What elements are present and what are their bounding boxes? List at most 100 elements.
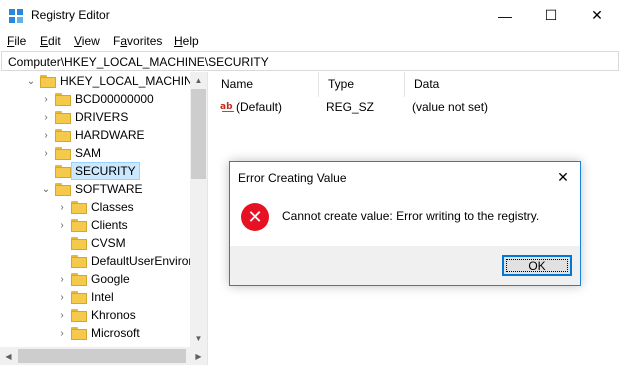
- scroll-thumb[interactable]: [18, 349, 186, 363]
- chevron-right-icon[interactable]: ›: [41, 90, 51, 108]
- menu-favorites[interactable]: Favorites: [113, 34, 162, 48]
- tree-item-label: Clients: [91, 218, 128, 232]
- tree-horizontal-scrollbar[interactable]: ◀ ▶: [0, 347, 207, 365]
- dialog-title-bar[interactable]: Error Creating Value ✕: [230, 162, 580, 192]
- tree-item-label: SAM: [75, 146, 102, 160]
- menu-file[interactable]: File: [7, 34, 26, 48]
- folder-icon: [71, 309, 87, 322]
- chevron-right-icon[interactable]: ›: [57, 198, 67, 216]
- registry-editor-icon: [9, 9, 23, 23]
- tree-item-cvsm[interactable]: CVSM: [0, 234, 190, 252]
- tree-item-bcd[interactable]: › BCD00000000: [0, 90, 190, 108]
- ok-button[interactable]: OK: [502, 255, 572, 276]
- chevron-right-icon[interactable]: ›: [57, 216, 67, 234]
- tree-item-label: Google: [91, 272, 130, 286]
- column-header-type[interactable]: Type: [319, 72, 405, 97]
- close-button[interactable]: ✕: [574, 0, 620, 31]
- address-path[interactable]: Computer\HKEY_LOCAL_MACHINE\SECURITY: [8, 55, 269, 69]
- tree-item-defaultuserenviron[interactable]: DefaultUserEnviror: [0, 252, 193, 270]
- tree-item-classes[interactable]: › Classes: [0, 198, 190, 216]
- tree-item-drivers[interactable]: › DRIVERS: [0, 108, 190, 126]
- column-header-name[interactable]: Name: [212, 72, 319, 97]
- chevron-down-icon[interactable]: ⌄: [26, 72, 36, 90]
- chevron-right-icon[interactable]: ›: [57, 288, 67, 306]
- value-data: (value not set): [412, 100, 489, 114]
- address-bar[interactable]: Computer\HKEY_LOCAL_MACHINE\SECURITY: [1, 51, 619, 71]
- scroll-down-icon[interactable]: ▼: [190, 330, 207, 347]
- scroll-right-icon[interactable]: ▶: [190, 347, 207, 365]
- folder-icon: [55, 129, 71, 142]
- menu-help[interactable]: Help: [174, 34, 199, 48]
- column-header-data[interactable]: Data: [405, 72, 620, 97]
- dialog-close-button[interactable]: ✕: [546, 162, 580, 192]
- folder-icon: [55, 93, 71, 106]
- tree-item-label: Khronos: [91, 308, 136, 322]
- tree-item-microsoft[interactable]: › Microsoft: [0, 324, 190, 342]
- maximize-icon: ☐: [544, 7, 558, 23]
- tree-item-google[interactable]: › Google: [0, 270, 190, 288]
- folder-icon: [71, 327, 87, 340]
- folder-icon: [55, 183, 71, 196]
- folder-icon: [55, 147, 71, 160]
- folder-icon: [71, 255, 87, 268]
- chevron-right-icon[interactable]: ›: [57, 306, 67, 324]
- tree-item-security[interactable]: SECURITY: [0, 162, 190, 180]
- folder-icon: [71, 219, 87, 232]
- tree-vertical-scrollbar[interactable]: ▲ ▼: [190, 72, 207, 347]
- tree-item-label-selected: SECURITY: [71, 162, 140, 180]
- tree-item-label: HKEY_LOCAL_MACHINE: [60, 74, 201, 88]
- minimize-button[interactable]: —: [482, 0, 528, 31]
- tree-item-label: DefaultUserEnviror: [91, 254, 193, 268]
- tree-item-label: CVSM: [91, 236, 126, 250]
- tree-item-software[interactable]: ⌄ SOFTWARE: [0, 180, 190, 198]
- chevron-down-icon[interactable]: ⌄: [41, 180, 51, 198]
- scroll-thumb[interactable]: [191, 89, 206, 179]
- menu-view[interactable]: View: [74, 34, 100, 48]
- dialog-message: Cannot create value: Error writing to th…: [282, 209, 540, 223]
- value-type: REG_SZ: [326, 100, 375, 114]
- tree-item-label: Microsoft: [91, 326, 140, 340]
- close-icon: ✕: [591, 7, 603, 23]
- folder-icon: [71, 273, 87, 286]
- value-row[interactable]: ab (Default) REG_SZ (value not set): [212, 98, 620, 116]
- tree-item-intel[interactable]: › Intel: [0, 288, 190, 306]
- chevron-right-icon[interactable]: ›: [57, 324, 67, 342]
- dialog-body: ✕ Cannot create value: Error writing to …: [230, 192, 580, 246]
- tree-item-label: HARDWARE: [75, 128, 145, 142]
- tree-item-clients[interactable]: › Clients: [0, 216, 190, 234]
- menu-bar: File Edit View Favorites Help: [0, 31, 620, 50]
- tree-item-label: SOFTWARE: [75, 182, 143, 196]
- scroll-left-icon[interactable]: ◀: [0, 347, 17, 365]
- tree-item-khronos[interactable]: › Khronos: [0, 306, 190, 324]
- folder-icon: [71, 291, 87, 304]
- menu-edit[interactable]: Edit: [40, 34, 61, 48]
- error-icon: ✕: [241, 203, 269, 231]
- minimize-icon: —: [498, 7, 512, 24]
- chevron-right-icon[interactable]: ›: [57, 270, 67, 288]
- close-icon: ✕: [557, 168, 569, 185]
- value-name: (Default): [236, 100, 283, 114]
- focus-rect: [506, 259, 568, 272]
- dialog-footer: OK: [230, 246, 580, 285]
- maximize-button[interactable]: ☐: [528, 0, 574, 31]
- tree-item-label: BCD00000000: [75, 92, 154, 106]
- tree-item-hklm[interactable]: ⌄ HKEY_LOCAL_MACHINE: [0, 72, 201, 90]
- dialog-title: Error Creating Value: [238, 171, 347, 185]
- scroll-up-icon[interactable]: ▲: [190, 72, 207, 89]
- chevron-right-icon[interactable]: ›: [41, 108, 51, 126]
- window-title: Registry Editor: [31, 8, 110, 22]
- tree-pane: ⌄ HKEY_LOCAL_MACHINE › BCD00000000 › DRI…: [0, 72, 207, 365]
- folder-icon: [55, 111, 71, 124]
- error-dialog: Error Creating Value ✕ ✕ Cannot create v…: [229, 161, 581, 286]
- title-bar[interactable]: Registry Editor — ☐ ✕: [0, 0, 620, 31]
- chevron-right-icon[interactable]: ›: [41, 126, 51, 144]
- chevron-right-icon[interactable]: ›: [41, 144, 51, 162]
- tree-item-label: Intel: [91, 290, 114, 304]
- tree-item-sam[interactable]: › SAM: [0, 144, 190, 162]
- tree-item-label: Classes: [91, 200, 134, 214]
- folder-icon: [55, 165, 71, 178]
- folder-icon: [71, 201, 87, 214]
- folder-icon: [40, 75, 56, 88]
- folder-icon: [71, 237, 87, 250]
- tree-item-hardware[interactable]: › HARDWARE: [0, 126, 190, 144]
